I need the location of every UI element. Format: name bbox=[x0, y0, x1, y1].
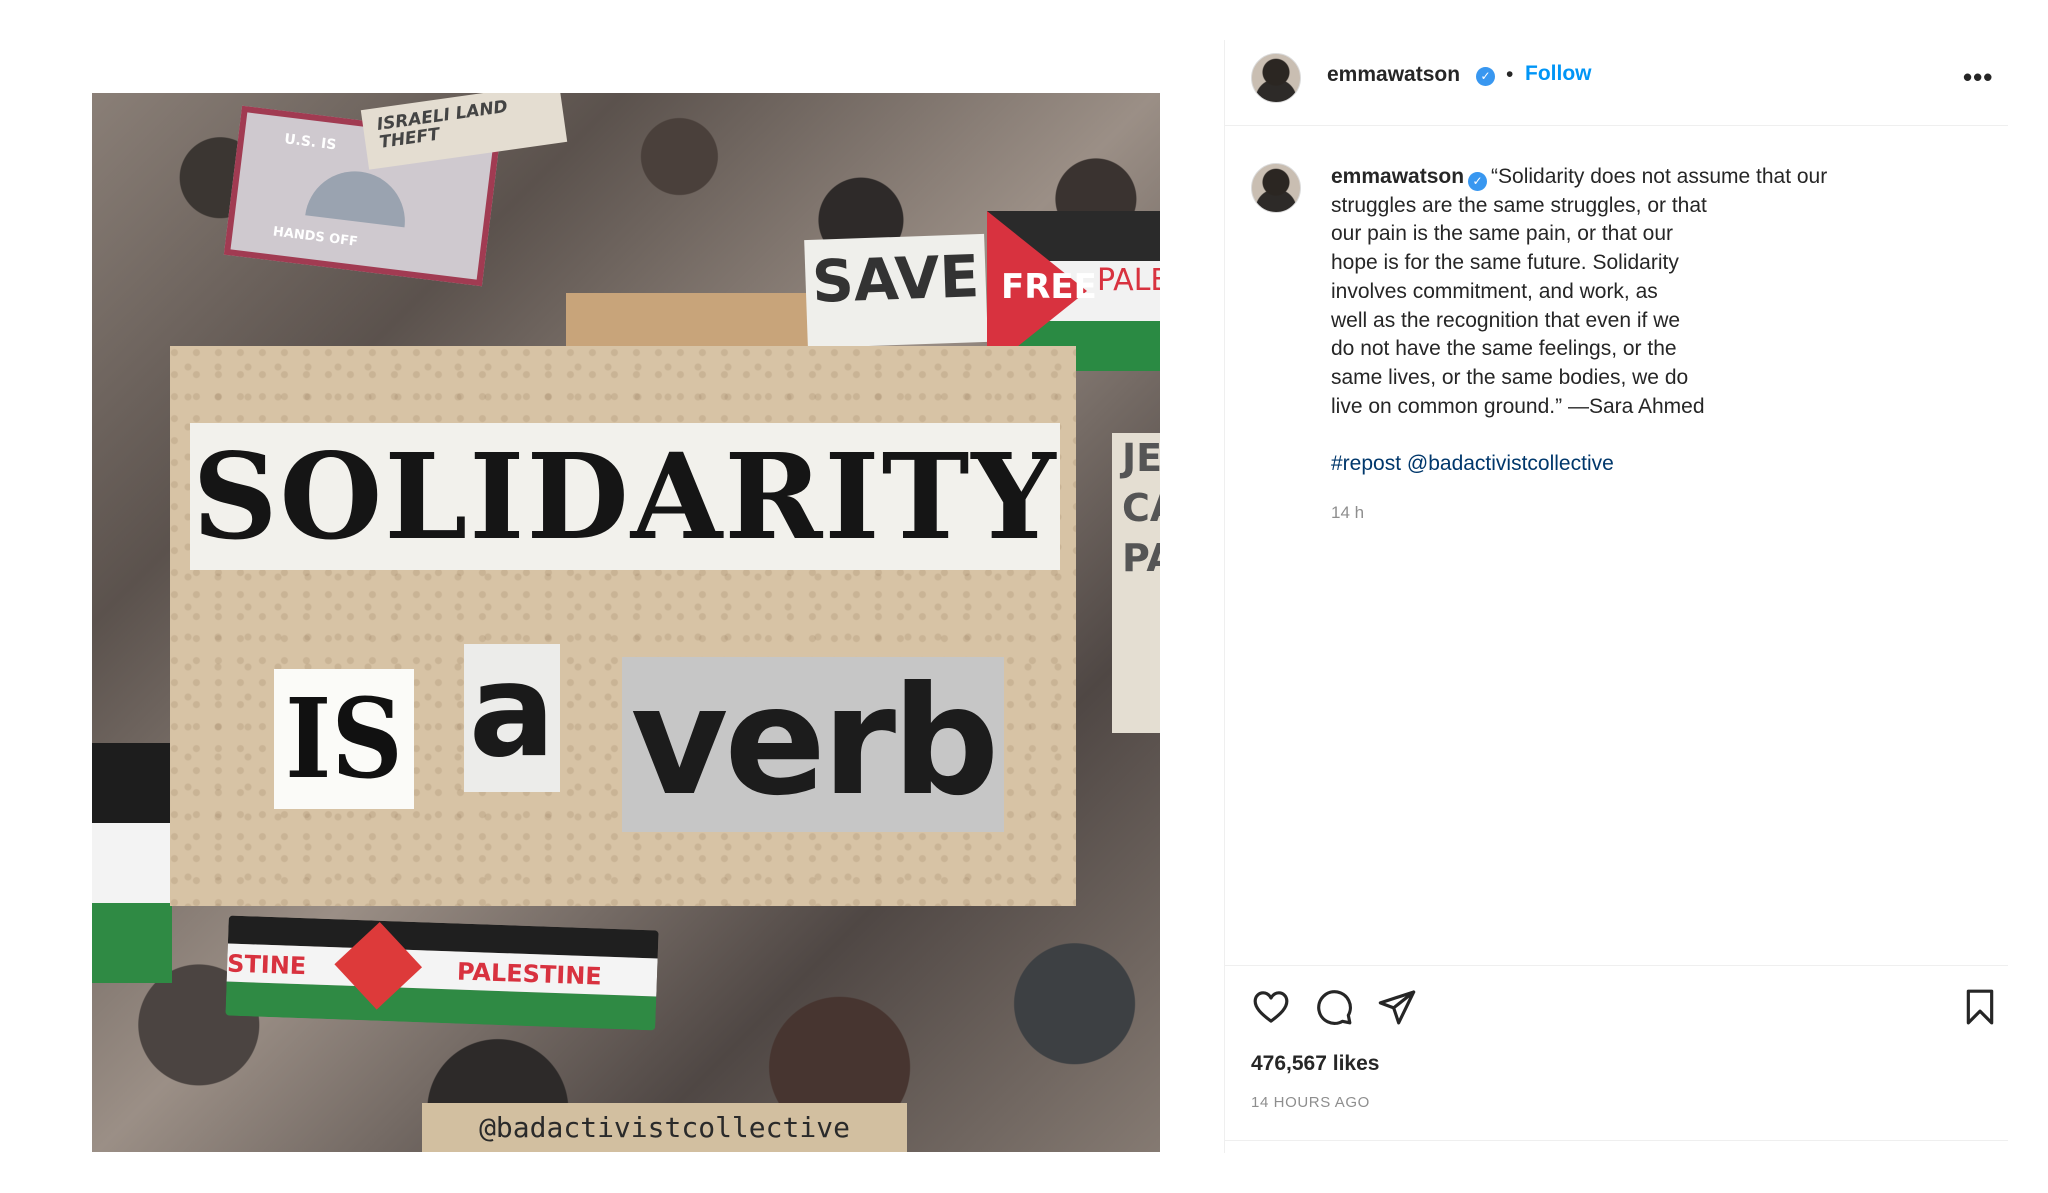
banner-text-left: STINE bbox=[226, 949, 307, 981]
caption-timestamp[interactable]: 14 h bbox=[1331, 503, 1364, 523]
palestine-flag-left bbox=[92, 743, 172, 983]
word-verb: verb bbox=[622, 657, 1004, 832]
bookmark-icon[interactable] bbox=[1960, 987, 2000, 1027]
caption-line-8: same lives, or the same bodies, we do bbox=[1331, 365, 1689, 389]
palestine-banner: STINE PALESTINE bbox=[225, 915, 659, 1031]
sign-pales-text: PALES bbox=[1097, 263, 1160, 298]
caption-line-5: involves commitment, and work, as bbox=[1331, 279, 1658, 303]
flag-stripe-black bbox=[92, 743, 172, 823]
footer-divider bbox=[1224, 1140, 2008, 1141]
sign-free-text: FREE bbox=[1001, 267, 1097, 307]
dome-graphic bbox=[305, 165, 411, 228]
mention-link[interactable]: @badactivistcollective bbox=[1407, 452, 1614, 475]
header-separator: • bbox=[1506, 63, 1514, 86]
caption-line-9: live on common ground.” —Sara Ahmed bbox=[1331, 394, 1705, 418]
caption-line-6: well as the recognition that even if we bbox=[1331, 308, 1681, 332]
word-a: a bbox=[464, 644, 560, 792]
caption-avatar[interactable] bbox=[1251, 163, 1301, 213]
author-avatar[interactable] bbox=[1251, 53, 1301, 103]
word-is: IS bbox=[274, 669, 414, 809]
hashtag-link[interactable]: #repost bbox=[1331, 452, 1401, 475]
post-time-ago[interactable]: 14 HOURS AGO bbox=[1251, 1094, 1370, 1111]
sign-hands-off-text: HANDS OFF bbox=[272, 224, 359, 250]
panel-left-border bbox=[1224, 40, 1225, 1153]
instagram-post-page: U.S. IS HANDS OFF ISRAELI LAND THEFT SAV… bbox=[0, 0, 2048, 1193]
heart-icon[interactable] bbox=[1251, 987, 1291, 1027]
caption-line-4: hope is for the same future. Solidarity bbox=[1331, 251, 1679, 275]
caption-text-1: “Solidarity does not assume that our bbox=[1491, 165, 1828, 188]
actions-divider bbox=[1224, 965, 2008, 966]
sign-us-text: U.S. IS bbox=[283, 131, 338, 154]
image-credit-tag: @badactivistcollective bbox=[422, 1103, 907, 1152]
headline-solidarity: SOLIDARITY bbox=[190, 423, 1060, 570]
post-caption: emmawatson ✓ “Solidarity does not assume t… bbox=[1331, 163, 1911, 479]
protest-sign-right: JE CA PA bbox=[1112, 433, 1160, 733]
caption-tags: #repost @badactivistcollective bbox=[1331, 450, 1911, 479]
header-divider bbox=[1224, 125, 2008, 126]
caption-line-7: do not have the same feelings, or the bbox=[1331, 337, 1677, 361]
collage-card: SOLIDARITY IS a verb bbox=[170, 346, 1076, 906]
comment-icon[interactable] bbox=[1314, 987, 1354, 1027]
more-options-icon[interactable]: ••• bbox=[1963, 62, 1993, 93]
follow-button[interactable]: Follow bbox=[1525, 62, 1592, 86]
caption-line-1: emmawatson ✓ “Solidarity does not assume t… bbox=[1331, 163, 1911, 192]
banner-text-right: PALESTINE bbox=[456, 957, 603, 991]
send-icon[interactable] bbox=[1377, 987, 1417, 1027]
verified-badge-icon: ✓ bbox=[1468, 172, 1488, 191]
caption-username[interactable]: emmawatson bbox=[1331, 165, 1464, 188]
caption-line-3: our pain is the same pain, or that our bbox=[1331, 222, 1674, 246]
likes-count[interactable]: 476,567 likes bbox=[1251, 1052, 1379, 1076]
verified-badge-icon: ✓ bbox=[1476, 67, 1495, 86]
post-image[interactable]: U.S. IS HANDS OFF ISRAELI LAND THEFT SAV… bbox=[92, 93, 1160, 1152]
caption-line-2: struggles are the same struggles, or tha… bbox=[1331, 193, 1707, 217]
author-username[interactable]: emmawatson bbox=[1327, 63, 1460, 87]
protest-sign-save: SAVE bbox=[804, 233, 988, 349]
flag-stripe-green bbox=[92, 902, 172, 983]
flag-stripe-white bbox=[92, 822, 172, 903]
